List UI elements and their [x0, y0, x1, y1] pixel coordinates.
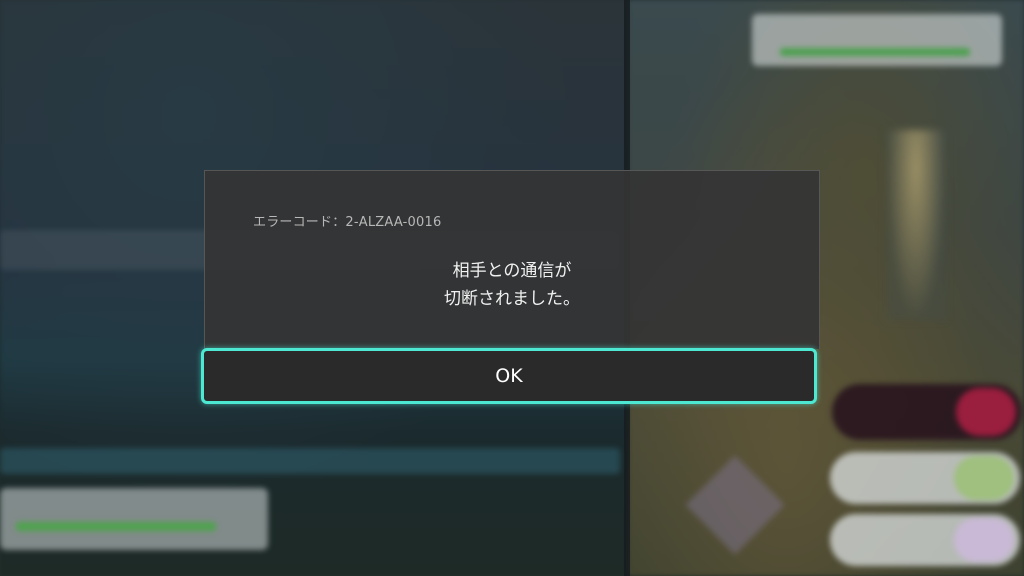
error-code-label: エラーコード：2-ALZAA-0016 — [253, 215, 442, 230]
error-message-line: 切断されました。 — [444, 289, 580, 309]
screen: エラーコード：2-ALZAA-0016 相手との通信が 切断されました。 OK — [0, 0, 1024, 576]
error-message: 相手との通信が 切断されました。 — [205, 257, 819, 313]
background-menu-pill — [832, 384, 1022, 440]
background-menu-pill — [830, 452, 1020, 504]
error-message-line: 相手との通信が — [452, 261, 572, 281]
ok-button[interactable]: OK — [201, 348, 817, 404]
background-hud-top — [752, 14, 1002, 66]
background-character — [886, 130, 946, 320]
error-dialog-body: エラーコード：2-ALZAA-0016 相手との通信が 切断されました。 — [204, 170, 820, 349]
background-menu-pill — [830, 514, 1020, 566]
error-dialog: エラーコード：2-ALZAA-0016 相手との通信が 切断されました。 OK — [201, 170, 820, 410]
background-hud-bottom — [0, 488, 268, 550]
background-blur-band — [0, 448, 620, 474]
